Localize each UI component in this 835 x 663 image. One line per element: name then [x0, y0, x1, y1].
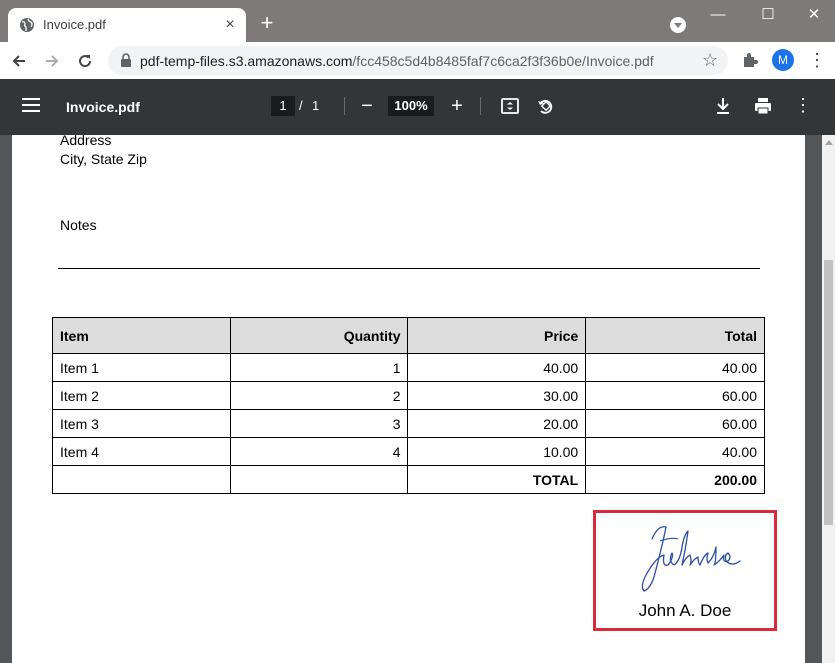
scrollbar[interactable] [822, 135, 835, 663]
signature-highlight: John A. Doe [593, 510, 777, 631]
table-row: Item 4 4 10.00 40.00 [52, 437, 765, 466]
signature-image [641, 526, 741, 592]
tab-search-icon[interactable] [670, 17, 686, 33]
pdf-toolbar: Invoice.pdf 1 / 1 − 100% + ⋮ [0, 79, 835, 135]
total-row: TOTAL 200.00 [52, 465, 765, 494]
avatar[interactable]: M [772, 49, 794, 71]
maximize-button[interactable]: ☐ [753, 4, 783, 26]
page-separator: / [299, 98, 303, 113]
quantity-cell: 4 [229, 437, 409, 466]
price-cell: 30.00 [407, 381, 587, 410]
column-header-item: Item [52, 317, 231, 354]
scroll-up-icon[interactable] [825, 140, 833, 145]
city-state-zip-line: City, State Zip [60, 151, 147, 167]
divider-line [58, 268, 760, 269]
item-cell: Item 3 [52, 409, 231, 438]
forward-button[interactable] [41, 50, 63, 72]
total-label: TOTAL [407, 465, 587, 494]
tab-strip: Invoice.pdf × + — ☐ ✕ [0, 0, 835, 42]
tab-invoice[interactable]: Invoice.pdf × [8, 8, 246, 42]
column-header-price: Price [407, 317, 587, 354]
total-cell: 40.00 [585, 353, 765, 382]
notes-label: Notes [60, 217, 97, 233]
more-options-icon[interactable]: ⋮ [794, 94, 812, 116]
zoom-input[interactable]: 100% [388, 96, 434, 116]
url-host: pdf-temp-files.s3.amazonaws.com [140, 53, 353, 69]
rotate-icon[interactable] [535, 96, 555, 116]
total-cell: 60.00 [585, 381, 765, 410]
tab-title: Invoice.pdf [43, 17, 106, 32]
empty-cell [229, 465, 409, 494]
download-icon[interactable] [713, 96, 733, 116]
pdf-title: Invoice.pdf [66, 99, 140, 115]
total-cell: 40.00 [585, 437, 765, 466]
quantity-cell: 1 [229, 353, 409, 382]
minimize-button[interactable]: — [703, 4, 733, 26]
reload-icon [79, 55, 92, 68]
empty-cell [52, 465, 231, 494]
arrow-right-icon [46, 55, 59, 67]
browser-toolbar: pdf-temp-files.s3.amazonaws.com/fcc458c5… [0, 42, 835, 79]
puzzle-icon[interactable] [741, 51, 759, 69]
item-cell: Item 4 [52, 437, 231, 466]
divider [344, 97, 345, 115]
zoom-in-button[interactable]: + [447, 95, 467, 117]
signature-name: John A. Doe [638, 601, 732, 620]
scroll-thumb[interactable] [824, 260, 833, 525]
browser-menu-icon[interactable]: ⋮ [808, 49, 826, 71]
fit-page-icon[interactable] [500, 96, 520, 116]
divider [480, 97, 481, 115]
table-header-row: Item Quantity Price Total [52, 317, 765, 354]
price-cell: 40.00 [407, 353, 587, 382]
invoice-table: Item Quantity Price Total Item 1 1 40.00… [52, 317, 765, 494]
print-icon[interactable] [753, 96, 773, 116]
page-total: 1 [312, 98, 320, 113]
quantity-cell: 2 [229, 381, 409, 410]
column-header-total: Total [585, 317, 765, 354]
address-bar[interactable]: pdf-temp-files.s3.amazonaws.com/fcc458c5… [108, 46, 728, 75]
close-window-button[interactable]: ✕ [799, 4, 829, 26]
table-row: Item 1 1 40.00 40.00 [52, 353, 765, 382]
new-tab-button[interactable]: + [257, 12, 277, 34]
total-cell: 60.00 [585, 409, 765, 438]
item-cell: Item 1 [52, 353, 231, 382]
price-cell: 20.00 [407, 409, 587, 438]
column-header-quantity: Quantity [229, 317, 409, 354]
arrow-left-icon [12, 55, 25, 67]
pdf-page: Address City, State Zip Notes Item Quant… [12, 132, 805, 663]
table-row: Item 2 2 30.00 60.00 [52, 381, 765, 410]
star-icon[interactable]: ☆ [702, 50, 718, 71]
menu-icon[interactable] [22, 98, 40, 112]
page-number-input[interactable]: 1 [271, 96, 295, 116]
quantity-cell: 3 [229, 409, 409, 438]
reload-button[interactable] [74, 50, 96, 72]
item-cell: Item 2 [52, 381, 231, 410]
globe-icon [20, 18, 34, 32]
back-button[interactable] [8, 50, 30, 72]
table-row: Item 3 3 20.00 60.00 [52, 409, 765, 438]
close-icon[interactable]: × [222, 17, 238, 33]
price-cell: 10.00 [407, 437, 587, 466]
lock-icon [121, 53, 131, 67]
url-path: /fcc458c5d4b8485faf7c6ca2f3f36b0e/Invoic… [352, 53, 654, 69]
address-line: Address [60, 132, 112, 148]
grand-total-value: 200.00 [585, 465, 765, 494]
url-text[interactable]: pdf-temp-files.s3.amazonaws.com/fcc458c5… [140, 53, 654, 69]
zoom-out-button[interactable]: − [357, 95, 377, 117]
pdf-viewport[interactable]: Address City, State Zip Notes Item Quant… [0, 132, 822, 663]
